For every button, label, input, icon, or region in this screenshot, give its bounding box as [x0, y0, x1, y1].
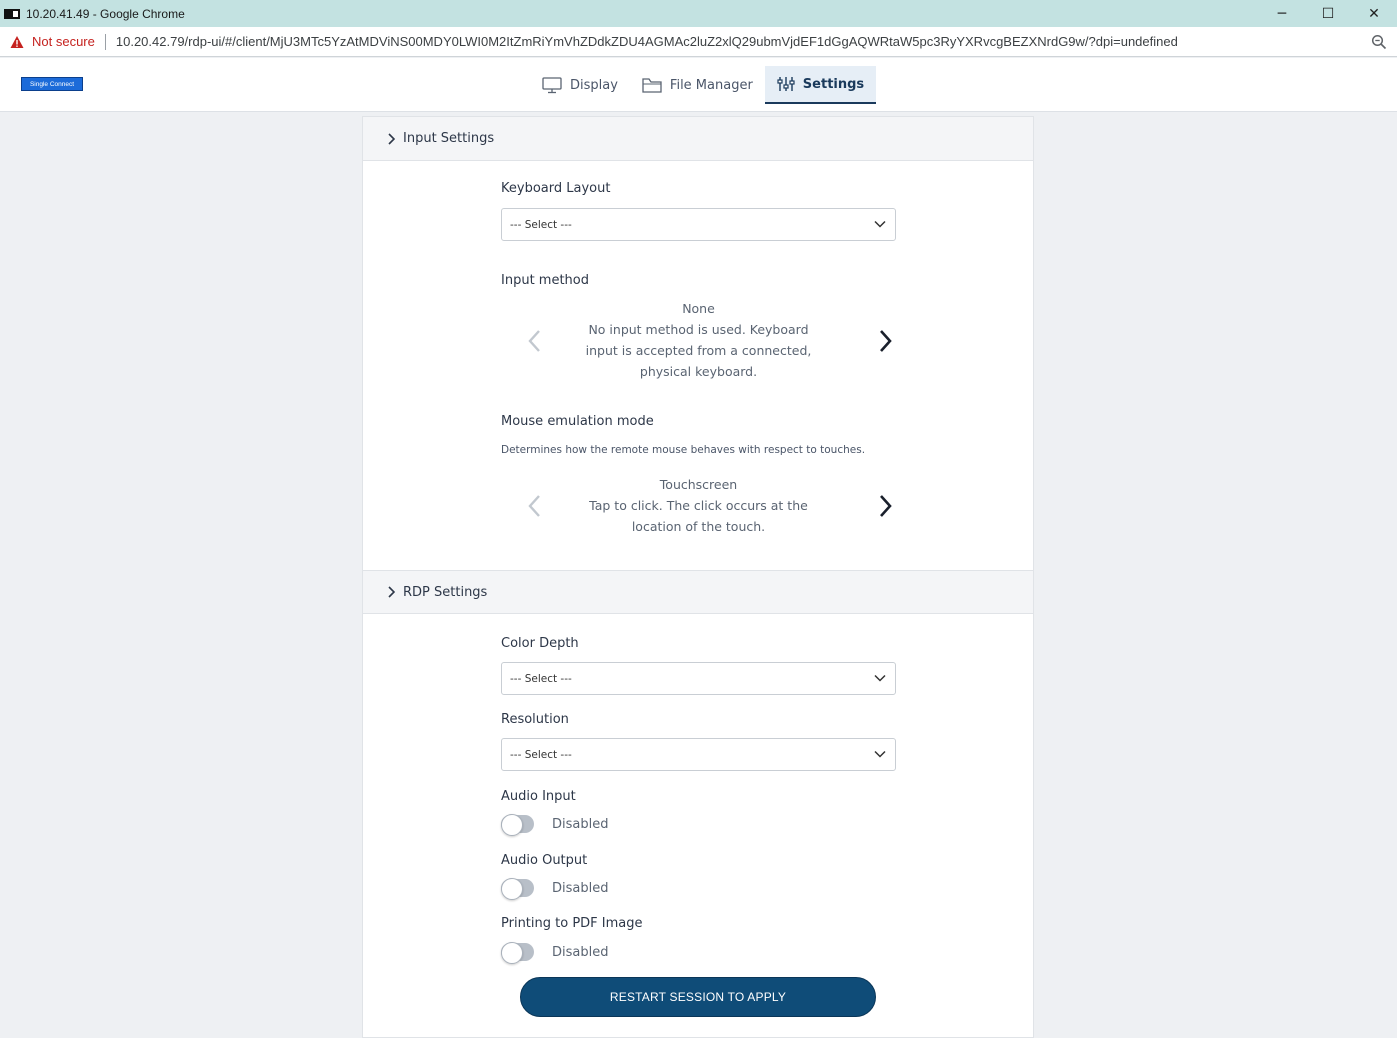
- mouse-emulation-option-title: Touchscreen: [659, 477, 738, 492]
- input-method-option-description: No input method is used. Keyboard input …: [585, 322, 812, 379]
- chevron-right-icon[interactable]: [879, 494, 893, 518]
- tab-settings-label: Settings: [802, 76, 865, 92]
- minimize-button[interactable]: ─: [1259, 0, 1305, 27]
- close-button[interactable]: ✕: [1351, 0, 1397, 27]
- audio-output-toggle[interactable]: [501, 878, 534, 900]
- keyboard-layout-label: Keyboard Layout: [501, 181, 611, 196]
- monitor-icon: [542, 76, 562, 94]
- window-title: 10.20.41.49 - Google Chrome: [26, 6, 185, 21]
- mouse-emulation-option: Touchscreen Tap to click. The click occu…: [571, 474, 826, 537]
- url-field[interactable]: 10.20.42.79/rdp-ui/#/client/MjU3MTc5YzAt…: [116, 34, 1336, 49]
- mouse-emulation-label: Mouse emulation mode: [501, 414, 654, 429]
- input-settings-title: Input Settings: [403, 131, 495, 146]
- chevron-down-icon: [874, 674, 886, 682]
- tab-display[interactable]: Display: [530, 66, 630, 104]
- tab-file-manager[interactable]: File Manager: [630, 66, 765, 104]
- keyboard-layout-value: --- Select ---: [510, 218, 572, 231]
- audio-input-label: Audio Input: [501, 789, 576, 804]
- input-method-carousel: None No input method is used. Keyboard i…: [501, 298, 896, 384]
- sliders-icon: [777, 76, 795, 92]
- chevron-left-icon[interactable]: [527, 494, 541, 518]
- mouse-emulation-carousel: Touchscreen Tap to click. The click occu…: [501, 474, 896, 540]
- chevron-down-icon: [874, 220, 886, 228]
- resolution-label: Resolution: [501, 712, 569, 727]
- main-tabs: Display File Manager Settings: [530, 66, 877, 104]
- mouse-emulation-option-description: Tap to click. The click occurs at the lo…: [589, 498, 808, 534]
- printing-state: Disabled: [552, 945, 609, 960]
- input-settings-header[interactable]: Input Settings: [363, 117, 1033, 161]
- printing-toggle[interactable]: [501, 942, 534, 964]
- chevron-right-icon[interactable]: [879, 329, 893, 353]
- audio-output-state: Disabled: [552, 881, 609, 896]
- tab-file-manager-label: File Manager: [669, 77, 753, 93]
- printing-label: Printing to PDF Image: [501, 916, 643, 931]
- warning-icon[interactable]: [10, 35, 24, 49]
- restart-session-button[interactable]: RESTART SESSION TO APPLY: [520, 977, 876, 1017]
- tab-display-label: Display: [570, 77, 618, 93]
- input-method-label: Input method: [501, 273, 589, 288]
- address-bar[interactable]: Not secure 10.20.42.79/rdp-ui/#/client/M…: [0, 27, 1397, 57]
- app-header: Single Connect Display File Manager Sett…: [0, 58, 1397, 112]
- settings-panel: Input Settings Keyboard Layout --- Selec…: [362, 116, 1034, 1038]
- mouse-emulation-help: Determines how the remote mouse behaves …: [501, 444, 866, 456]
- keyboard-layout-select[interactable]: --- Select ---: [501, 208, 896, 241]
- rdp-settings-title: RDP Settings: [403, 584, 488, 600]
- resolution-value: --- Select ---: [510, 748, 572, 761]
- chevron-down-icon: [874, 750, 886, 758]
- zoom-icon[interactable]: [1371, 34, 1387, 50]
- rdp-settings-header[interactable]: RDP Settings: [363, 570, 1033, 614]
- chevron-left-icon[interactable]: [527, 329, 541, 353]
- maximize-button[interactable]: ☐: [1305, 0, 1351, 27]
- input-method-option: None No input method is used. Keyboard i…: [571, 298, 826, 382]
- window-controls: ─ ☐ ✕: [1259, 0, 1397, 27]
- single-connect-logo: Single Connect: [21, 77, 83, 91]
- address-divider: [104, 33, 106, 50]
- tab-settings[interactable]: Settings: [764, 66, 877, 104]
- security-status[interactable]: Not secure: [32, 34, 95, 49]
- color-depth-select[interactable]: --- Select ---: [501, 662, 896, 695]
- color-depth-label: Color Depth: [501, 636, 579, 651]
- resolution-select[interactable]: --- Select ---: [501, 738, 896, 771]
- folder-icon: [642, 77, 662, 93]
- audio-input-toggle[interactable]: [501, 814, 534, 836]
- audio-input-state: Disabled: [552, 817, 609, 832]
- input-method-option-title: None: [682, 301, 715, 316]
- remote-desktop-icon: [4, 8, 20, 19]
- chevron-right-icon: [387, 132, 395, 145]
- color-depth-value: --- Select ---: [510, 672, 572, 685]
- audio-output-label: Audio Output: [501, 853, 588, 868]
- chevron-right-icon: [387, 586, 395, 598]
- browser-title-bar: 10.20.41.49 - Google Chrome ─ ☐ ✕: [0, 0, 1397, 27]
